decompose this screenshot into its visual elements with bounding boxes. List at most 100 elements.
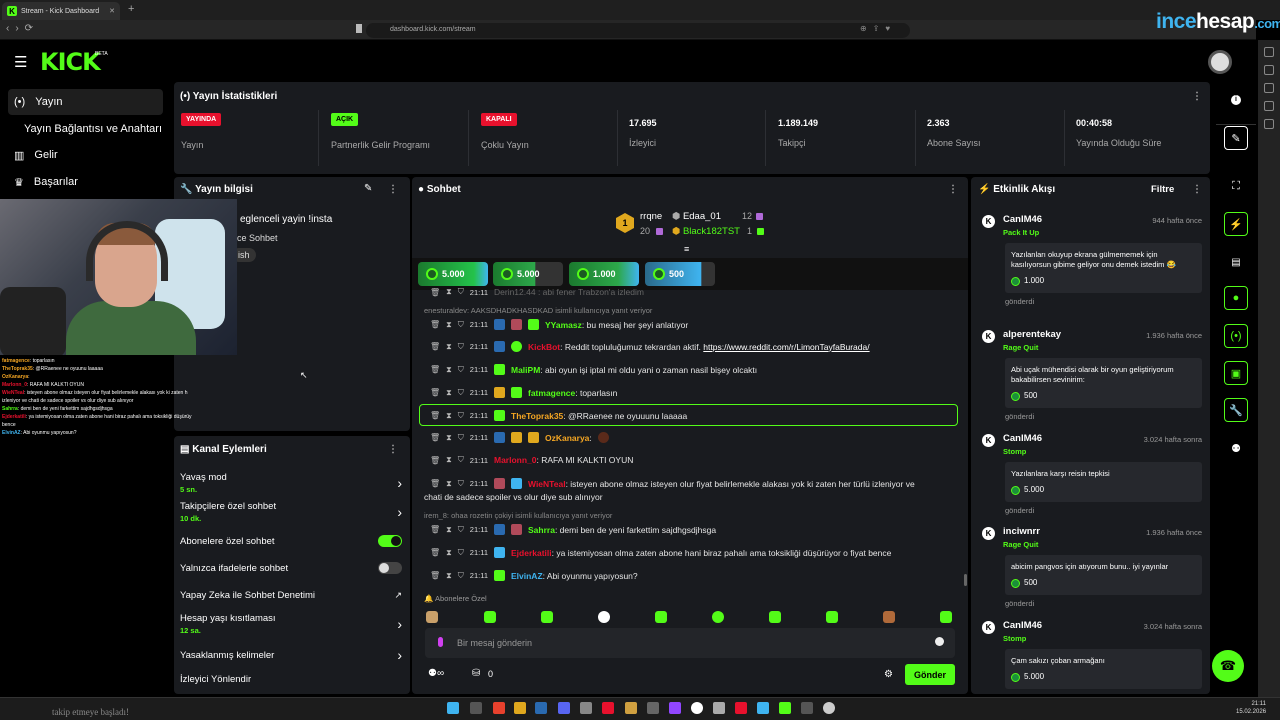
discord-icon[interactable]	[558, 702, 570, 714]
url-input[interactable]: dashboard.kick.com/stream	[366, 23, 910, 38]
ban-icon[interactable]: ⛉	[458, 525, 464, 535]
timeout-icon[interactable]: ⧗	[446, 320, 452, 330]
ban-icon[interactable]: ⛉	[458, 388, 464, 398]
emote-icon[interactable]	[541, 611, 553, 623]
ban-icon[interactable]: ⛉	[458, 455, 464, 465]
username[interactable]: TheToprak35	[511, 411, 563, 421]
chat-message[interactable]: 🗑 ⧗ ⛉ 21:11 Sahrra: demi ben de yeni farkett…	[430, 524, 960, 535]
username[interactable]: fatmagence	[528, 388, 575, 398]
username[interactable]: Marlonn_0	[494, 455, 537, 465]
timeout-icon[interactable]: ⧗	[446, 479, 452, 489]
emote-icon[interactable]	[712, 611, 724, 623]
ban-icon[interactable]: ⛉	[458, 433, 464, 443]
username[interactable]: Ejderkatili	[511, 548, 552, 558]
emote-icon[interactable]	[426, 611, 438, 623]
more-icon[interactable]: ⋮	[388, 184, 398, 195]
wrench-action-icon[interactable]: 🔧	[1224, 398, 1248, 422]
chat-message[interactable]: 🗑 ⧗ ⛉ 21:11 ElvinAZ: Abi oyunmu yapıyosun?	[430, 570, 960, 581]
emote-icon[interactable]	[940, 611, 952, 623]
emote-icon[interactable]	[883, 611, 895, 623]
layout-action-icon[interactable]: ▣	[1224, 361, 1248, 385]
username[interactable]: ElvinAZ	[511, 571, 543, 581]
gift-card[interactable]: 1.000	[569, 262, 639, 286]
more-icon[interactable]: ⋮	[1192, 91, 1202, 102]
timeout-icon[interactable]: ⧗	[446, 525, 452, 535]
app-icon[interactable]	[823, 702, 835, 714]
gift-card[interactable]: 5.000	[493, 262, 563, 286]
sidebar-icon-5[interactable]	[1264, 119, 1274, 129]
app-icon[interactable]	[602, 702, 614, 714]
menu-icon[interactable]: ☰	[14, 53, 27, 71]
document-icon[interactable]: ▤	[1224, 250, 1248, 274]
settings-gear-icon[interactable]: ⚙	[884, 669, 893, 680]
chat-message[interactable]: 🗑 ⧗ ⛉ 21:11 WieNTeal: isteyen abone olmaz is…	[430, 478, 960, 489]
close-tab-icon[interactable]: ✕	[109, 7, 115, 15]
share-icon[interactable]: ⚉	[1224, 436, 1248, 460]
delete-icon[interactable]: 🗑	[430, 342, 440, 351]
delete-icon[interactable]: 🗑	[430, 365, 440, 374]
delete-icon[interactable]: 🗑	[430, 479, 440, 488]
chat-message[interactable]: 🗑 ⧗ ⛉ 21:11 Marlonn_0: RAFA MI KALKTI OYUN	[430, 455, 960, 465]
chat-message[interactable]: 🗑 ⧗ ⛉ 21:11 YYamasz: bu mesaj her şeyi anlat…	[430, 319, 960, 330]
expand-icon[interactable]: ≡	[684, 244, 689, 254]
delete-icon[interactable]: 🗑	[430, 456, 440, 465]
app-icon[interactable]	[713, 702, 725, 714]
delete-icon[interactable]: 🗑	[430, 571, 440, 580]
ban-icon[interactable]: ⛉	[458, 365, 464, 375]
app-icon[interactable]	[647, 702, 659, 714]
timeout-icon[interactable]: ⧗	[446, 388, 452, 398]
chat-message[interactable]: 🗑 ⧗ ⛉ 21:11 Ejderkatili: ya istemiyosan olma…	[430, 547, 960, 558]
timeout-icon[interactable]: ⧗	[446, 571, 452, 581]
browser-tab[interactable]: K Stream - Kick Dashboard ✕	[2, 2, 120, 20]
mic-icon[interactable]	[438, 637, 443, 647]
chat-input[interactable]: Bir mesaj gönderin	[425, 628, 955, 658]
timeout-icon[interactable]: ⧗	[446, 288, 452, 297]
host-row[interactable]: İzleyici Yönlendir	[180, 674, 402, 685]
subs-only-toggle[interactable]	[378, 535, 402, 547]
timeout-icon[interactable]: ⧗	[446, 548, 452, 558]
nav-item-stream-key[interactable]: Yayın Bağlantısı ve Anahtarı	[8, 116, 163, 142]
more-icon[interactable]: ⋮	[948, 184, 958, 195]
info-icon[interactable]: i	[1231, 95, 1241, 105]
more-icon[interactable]: ⋮	[1192, 184, 1202, 195]
gift-card[interactable]: 500	[645, 262, 715, 286]
emote-only-toggle[interactable]	[378, 562, 402, 574]
timeout-icon[interactable]: ⧗	[446, 455, 452, 465]
chat-message[interactable]: 🗑 ⧗ ⛉ 21:11 OzKanarya:	[430, 432, 960, 443]
banned-words-row[interactable]: Yasaklanmış kelimeler ›	[180, 647, 402, 663]
username[interactable]: YYamasz	[545, 320, 582, 330]
brave-icon[interactable]	[493, 702, 505, 714]
support-chat-icon[interactable]: ☎	[1212, 650, 1244, 682]
broadcast-action-icon[interactable]: (•)	[1224, 324, 1248, 348]
delete-icon[interactable]: 🗑	[430, 320, 440, 329]
filter-button[interactable]: Filtre	[1151, 184, 1174, 195]
app-icon[interactable]	[691, 702, 703, 714]
delete-icon[interactable]: 🗑	[430, 548, 440, 557]
message-link[interactable]: https://www.reddit.com/r/LimonTayfaBurad…	[703, 342, 869, 352]
chat-scrollbar[interactable]	[964, 574, 967, 586]
ban-icon[interactable]: ⛉	[458, 288, 464, 297]
mod-tools-icon[interactable]: ⚉∞	[428, 668, 444, 679]
folder-icon[interactable]	[514, 702, 526, 714]
delete-icon[interactable]: 🗑	[430, 433, 440, 442]
ban-icon[interactable]: ⛉	[458, 411, 464, 421]
timeout-icon[interactable]: ⧗	[446, 342, 452, 352]
delete-icon[interactable]: 🗑	[430, 525, 440, 534]
app-icon[interactable]	[735, 702, 747, 714]
chat-message[interactable]: 🗑 ⧗ ⛉ 21:11 TheToprak35: @RRaenee ne oyuuunu…	[430, 410, 960, 421]
nav-item-yayin[interactable]: (•) Yayın	[8, 89, 163, 115]
gift-card[interactable]: 5.000	[418, 262, 488, 286]
chat-action-icon[interactable]: ●	[1224, 286, 1248, 310]
ban-icon[interactable]: ⛉	[458, 479, 464, 489]
app-icon[interactable]	[580, 702, 592, 714]
emote-icon[interactable]	[655, 611, 667, 623]
emote-icon[interactable]	[769, 611, 781, 623]
chat-message[interactable]: 🗑 ⧗ ⛉ 21:11 fatmagence: toparlasın	[430, 387, 960, 398]
emote-icon[interactable]	[484, 611, 496, 623]
pencil-icon[interactable]: ✎	[1224, 126, 1248, 150]
steam-icon[interactable]	[535, 702, 547, 714]
username[interactable]: Sahrra	[528, 525, 555, 535]
sidebar-icon-4[interactable]	[1264, 101, 1274, 111]
username[interactable]: MaliPM	[511, 365, 540, 375]
app-icon[interactable]	[801, 702, 813, 714]
